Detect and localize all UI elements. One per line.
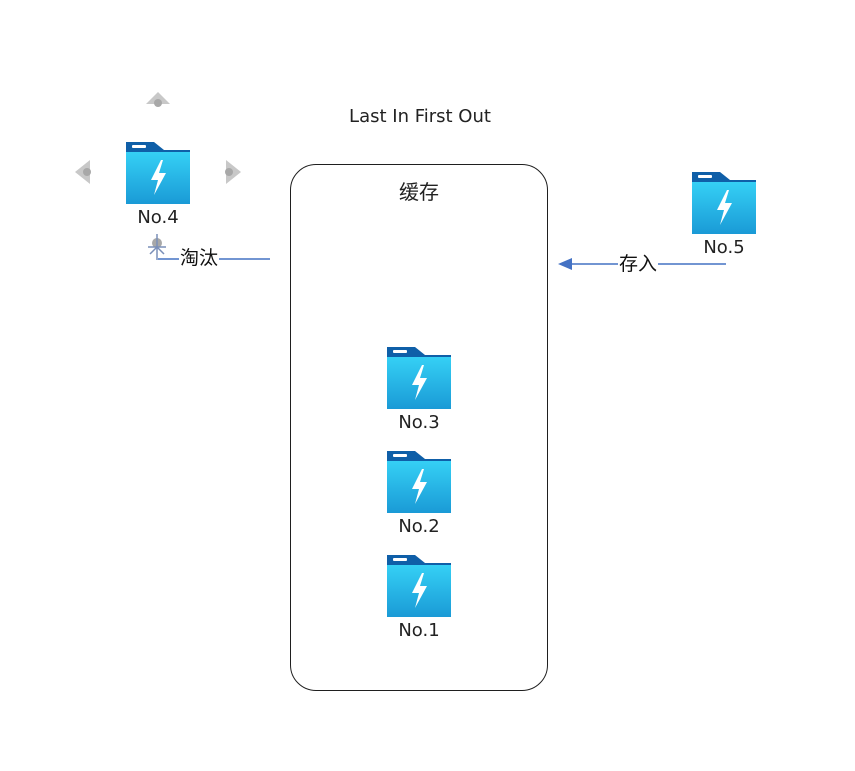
cache-item-label: No.1 [398,620,440,641]
folder-lightning-icon [385,553,453,619]
nudge-right-handle[interactable] [222,158,244,186]
folder-lightning-icon [124,140,192,206]
arrow-left-icon [75,160,91,184]
cache-item-no2[interactable]: No.2 [379,449,459,537]
cache-item-label: No.3 [398,412,440,433]
nudge-up-handle[interactable] [144,90,172,108]
diagram-title: Last In First Out [349,106,491,127]
cache-item-label: No.2 [398,516,440,537]
folder-lightning-icon [690,170,758,236]
cache-item-no3[interactable]: No.3 [379,345,459,433]
cache-container-label: 缓存 [399,180,439,204]
evict-edge-label: 淘汰 [179,247,220,269]
folder-lightning-icon [385,449,453,515]
incoming-item-no5[interactable]: No.5 [684,170,764,258]
arrow-right-icon [225,160,241,184]
folder-lightning-icon [385,345,453,411]
evicted-item-label: No.4 [137,207,179,228]
store-edge-label: 存入 [618,253,659,275]
evicted-item-no4[interactable]: No.4 [118,140,198,228]
arrow-up-icon [146,92,170,107]
cache-item-no1[interactable]: No.1 [379,553,459,641]
nudge-left-handle[interactable] [72,158,94,186]
arrowhead-left-icon [558,258,572,270]
